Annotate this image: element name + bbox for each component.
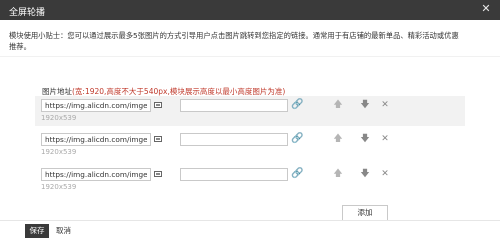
image-url-input[interactable]	[41, 133, 151, 146]
save-button[interactable]: 保存	[25, 224, 49, 238]
image-size-text: 1920x539	[41, 114, 77, 122]
delete-icon[interactable]: ✕	[380, 168, 390, 180]
divider	[0, 56, 500, 57]
image-url-input[interactable]	[41, 168, 151, 181]
image-picker-icon[interactable]	[154, 171, 162, 177]
move-down-icon[interactable]: 🡇	[360, 168, 370, 180]
link-icon[interactable]: 🔗	[291, 99, 303, 111]
move-up-icon[interactable]: 🡅	[333, 133, 343, 145]
usage-tip: 模块使用小贴士：您可以通过展示最多5张图片的方式引导用户点击图片跳转到您指定的链…	[9, 31, 459, 40]
add-image-button[interactable]: 添加	[342, 205, 388, 221]
move-up-icon[interactable]: 🡅	[333, 99, 343, 111]
image-size-text: 1920x539	[41, 183, 77, 191]
move-down-icon[interactable]: 🡇	[360, 99, 370, 111]
link-url-input[interactable]	[180, 99, 288, 112]
dialog-titlebar: 全屏轮播 ✕	[0, 0, 500, 20]
image-size-hint: (宽:1920,高度不大于540px,模块展示高度以最小高度图片为准)	[72, 87, 286, 96]
link-url-input[interactable]	[180, 168, 288, 181]
image-size-text: 1920x539	[41, 148, 77, 156]
dialog-title: 全屏轮播	[9, 8, 46, 18]
close-icon[interactable]: ✕	[480, 3, 492, 15]
move-down-icon[interactable]: 🡇	[360, 133, 370, 145]
image-picker-icon[interactable]	[154, 102, 162, 108]
image-row: 🔗 1920x539 🡅 🡇 ✕	[35, 96, 465, 126]
image-row: 🔗 1920x539 🡅 🡇 ✕	[35, 130, 465, 160]
image-picker-icon[interactable]	[154, 136, 162, 142]
usage-tip-continued: 推荐。	[9, 42, 31, 51]
link-url-input[interactable]	[180, 133, 288, 146]
move-up-icon[interactable]: 🡅	[333, 168, 343, 180]
delete-icon[interactable]: ✕	[380, 133, 390, 145]
cancel-button[interactable]: 取消	[56, 224, 71, 238]
image-row: 🔗 1920x539 🡅 🡇 ✕	[35, 165, 465, 195]
image-address-label: 图片地址	[42, 87, 72, 96]
footer-divider	[0, 220, 500, 221]
link-icon[interactable]: 🔗	[291, 168, 303, 180]
image-url-input[interactable]	[41, 99, 151, 112]
link-icon[interactable]: 🔗	[291, 133, 303, 145]
delete-icon[interactable]: ✕	[380, 99, 390, 111]
